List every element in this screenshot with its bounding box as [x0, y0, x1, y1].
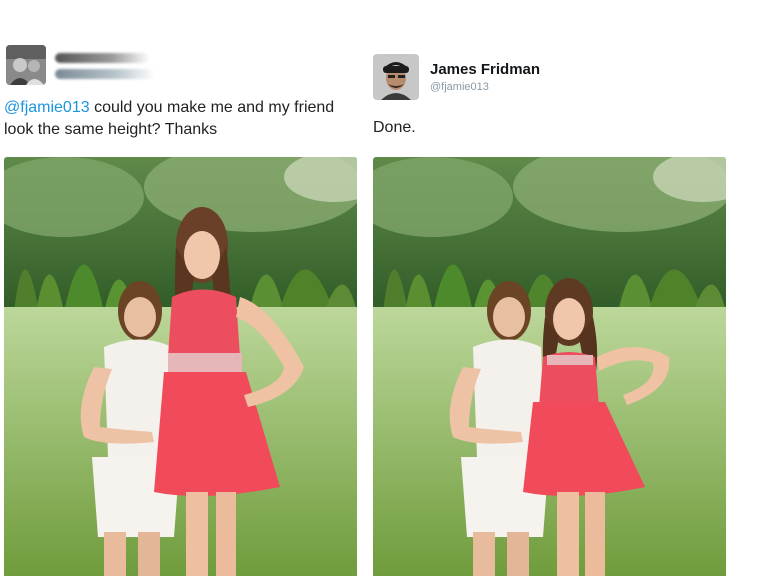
user-avatar[interactable] [6, 45, 46, 85]
author-handle[interactable]: @fjamie013 [430, 81, 489, 93]
redacted-handle [55, 69, 155, 79]
edited-photo[interactable] [373, 157, 726, 576]
author-display-name[interactable]: James Fridman [430, 61, 540, 78]
original-photo[interactable] [4, 157, 357, 576]
reply-text: Done. [373, 119, 416, 136]
mention-link[interactable]: @fjamie013 [4, 99, 90, 116]
meme-screenshot: @fjamie013 could you make me and my frie… [0, 0, 768, 576]
redacted-name [55, 53, 150, 63]
tweet-text: @fjamie013 could you make me and my frie… [4, 97, 364, 141]
author-avatar[interactable] [373, 54, 419, 100]
